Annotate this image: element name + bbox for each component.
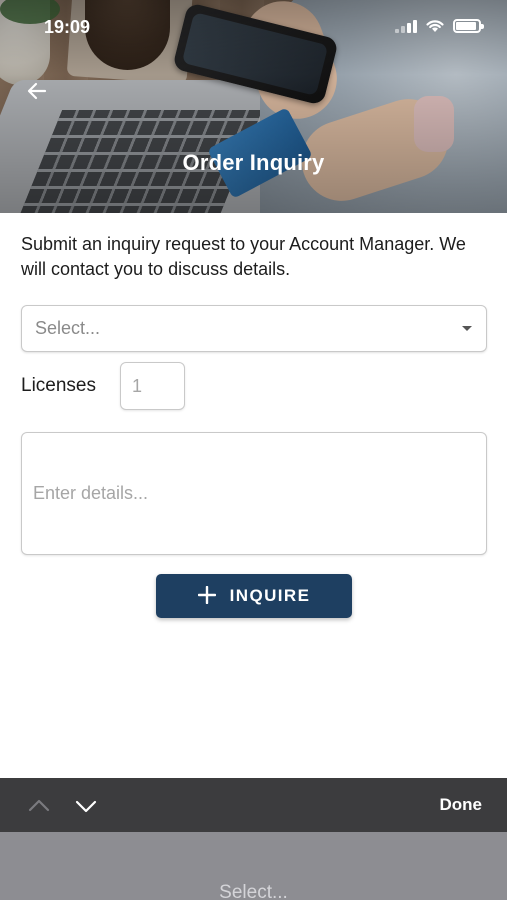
- chevron-up-icon[interactable]: [27, 794, 51, 818]
- product-select[interactable]: Select...: [21, 305, 487, 352]
- chevron-down-icon[interactable]: [74, 794, 98, 818]
- arrow-left-icon: [27, 82, 47, 100]
- details-textarea[interactable]: [21, 432, 487, 555]
- licenses-label: Licenses: [21, 375, 96, 396]
- done-button[interactable]: Done: [440, 795, 483, 815]
- inquire-button[interactable]: INQUIRE: [156, 574, 352, 618]
- wifi-icon: [426, 20, 444, 32]
- signal-icon: [395, 19, 417, 33]
- status-time: 19:09: [44, 17, 91, 37]
- plus-icon: [197, 581, 216, 609]
- licenses-input[interactable]: [120, 362, 185, 410]
- chevron-down-icon: [462, 326, 472, 331]
- status-icons: [395, 18, 484, 33]
- picker-item[interactable]: Select...: [0, 882, 507, 900]
- back-button[interactable]: [20, 74, 54, 108]
- select-picker-wheel[interactable]: Select...: [0, 832, 507, 900]
- intro-text: Submit an inquiry request to your Accoun…: [21, 234, 466, 279]
- inquire-button-label: INQUIRE: [229, 586, 311, 605]
- battery-icon: [453, 18, 484, 33]
- product-select-value: Select...: [35, 318, 101, 338]
- page-title: Order Inquiry: [182, 150, 325, 175]
